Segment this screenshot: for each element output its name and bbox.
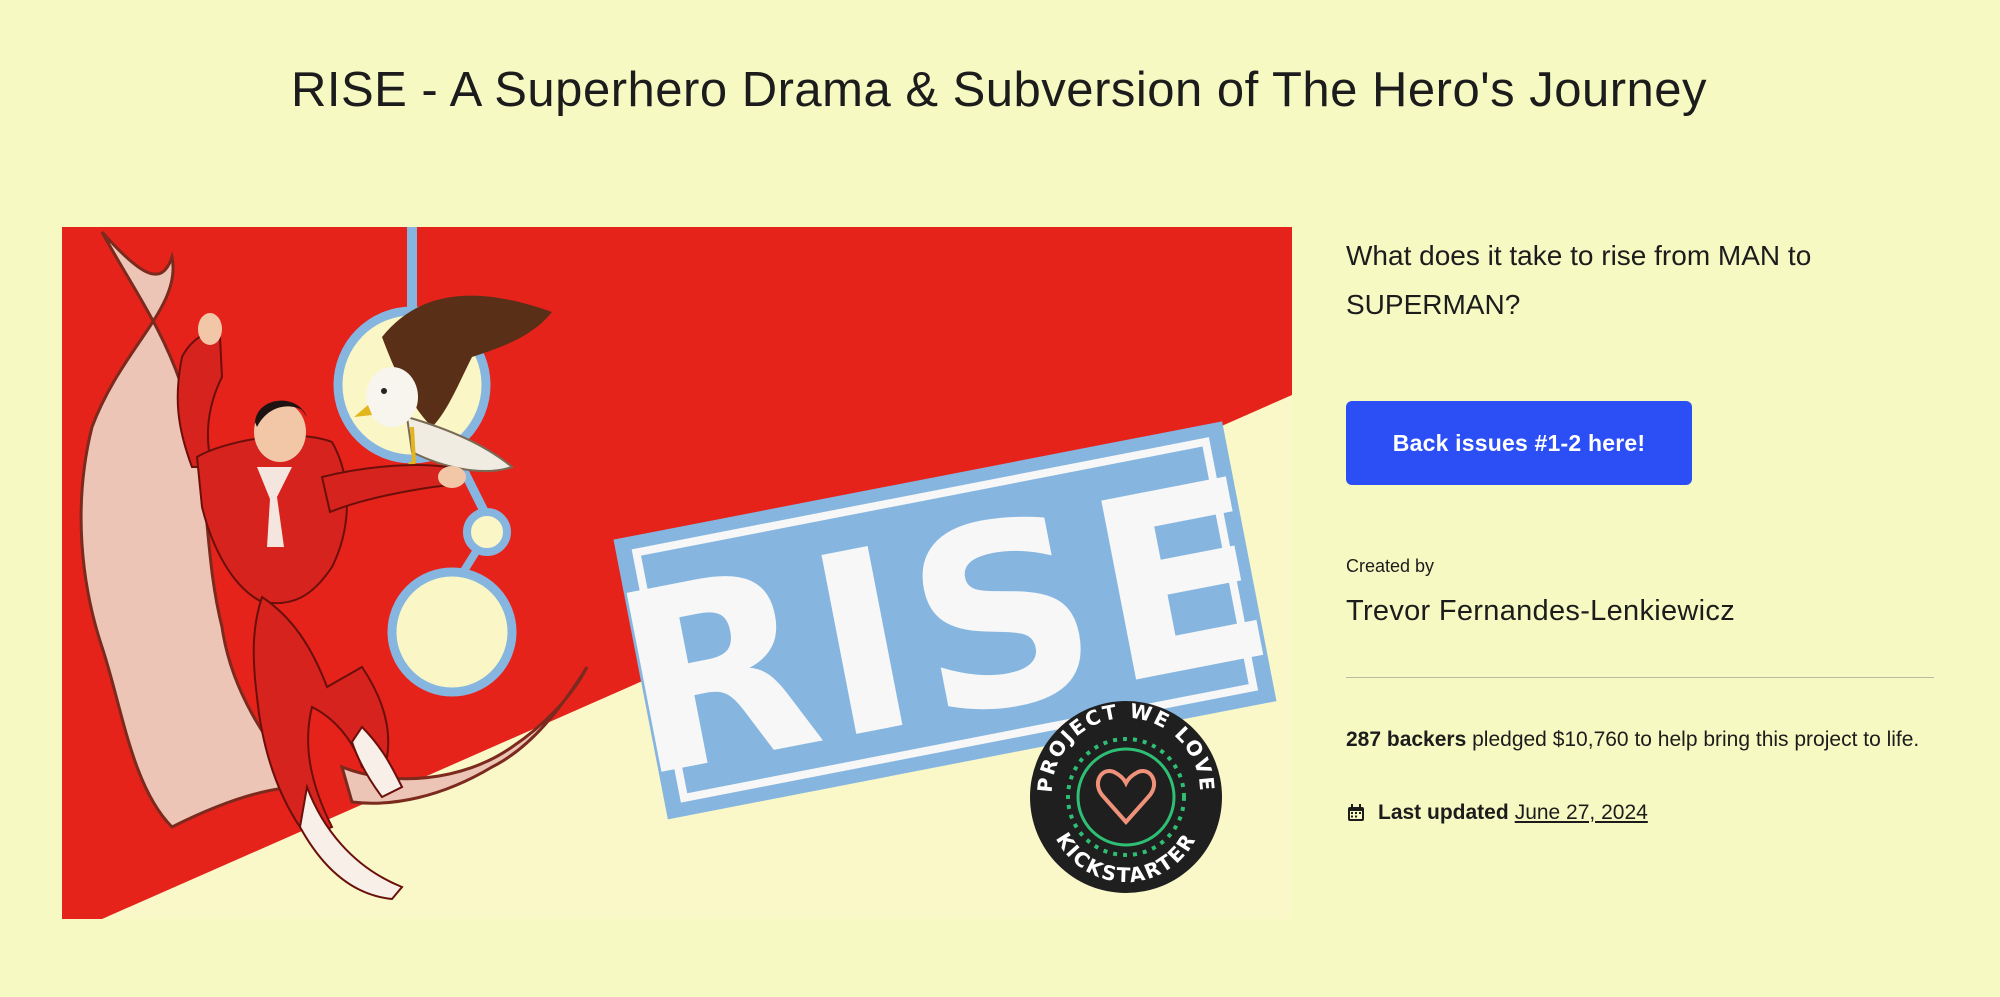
last-updated-date-link[interactable]: June 27, 2024 [1515, 801, 1648, 825]
divider [1346, 677, 1934, 678]
funding-summary: 287 backers pledged $10,760 to help brin… [1346, 725, 1934, 754]
page-title: RISE - A Superhero Drama & Subversion of… [290, 63, 1708, 117]
hero-artwork: RISE PROJECT WE LOVE KICKSTARTER [62, 227, 1292, 919]
calendar-icon [1346, 803, 1366, 823]
project-blurb: What does it take to rise from MAN to SU… [1346, 240, 1812, 320]
creator-name-link[interactable]: Trevor Fernandes-Lenkiewicz [1346, 595, 1735, 628]
pledged-text: pledged $10,760 to help bring this proje… [1472, 728, 1920, 751]
last-updated: Last updated June 27, 2024 [1346, 801, 1648, 825]
created-by-label: Created by [1346, 556, 1435, 576]
project-hero-image[interactable]: RISE PROJECT WE LOVE KICKSTARTER [62, 227, 1292, 919]
project-page: RISE - A Superhero Drama & Subversion of… [0, 0, 2000, 997]
project-sidebar: What does it take to rise from MAN to SU… [1346, 227, 1934, 824]
last-updated-label: Last updated [1378, 801, 1509, 824]
backers-count: 287 backers [1346, 728, 1467, 751]
back-project-button[interactable]: Back issues #1-2 here! [1346, 401, 1692, 485]
